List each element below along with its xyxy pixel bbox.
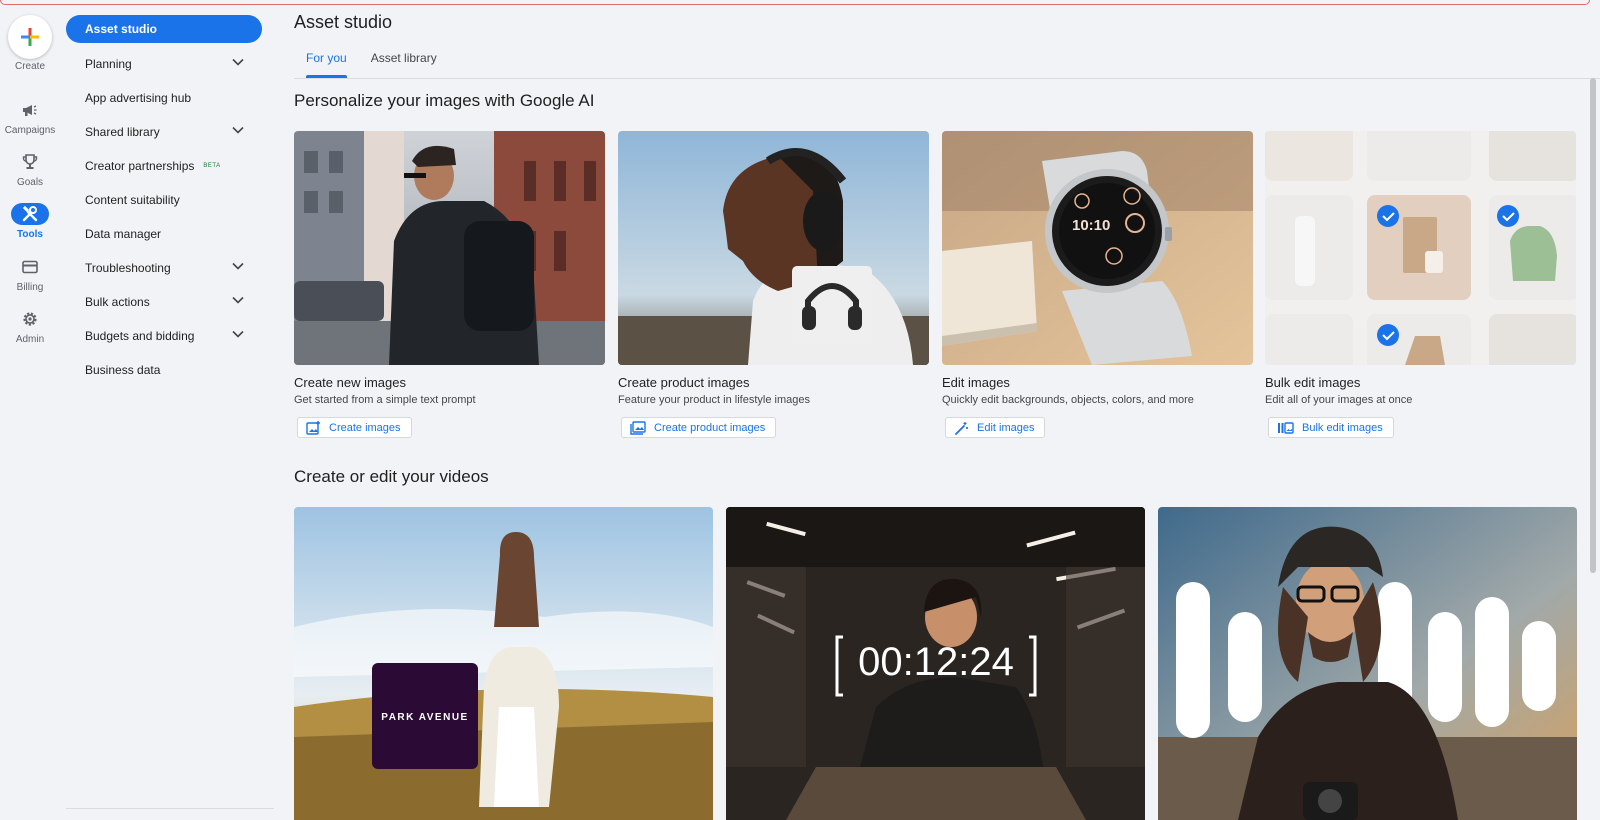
- card-title: Edit images: [942, 375, 1010, 390]
- add-image-icon: [306, 420, 321, 435]
- nav-item-data-manager[interactable]: Data manager: [66, 217, 262, 251]
- card-title: Create product images: [618, 375, 750, 390]
- create-images-button[interactable]: Create images: [297, 417, 412, 438]
- tab-bar: For you Asset library: [294, 48, 449, 78]
- rail-label-campaigns: Campaigns: [4, 125, 56, 136]
- nav-item-planning[interactable]: Planning: [66, 47, 262, 81]
- rail-item-billing[interactable]: Billing: [0, 256, 60, 304]
- nav-item-shared-library[interactable]: Shared library: [66, 115, 262, 149]
- nav-item-label: Asset studio: [85, 22, 158, 36]
- nav-item-label: Troubleshooting: [85, 261, 171, 275]
- park-avenue-logo-text: PARK AVENUE: [381, 712, 468, 723]
- timer-text: 00:12:24: [858, 640, 1014, 684]
- beta-badge: BETA: [203, 163, 221, 169]
- megaphone-icon: [18, 99, 42, 121]
- alert-border: [0, 0, 1590, 5]
- create-new-images-card: Create new images Get started from a sim…: [294, 131, 605, 440]
- bulk-images-icon: [1277, 421, 1294, 435]
- nav-item-label: Creator partnerships: [85, 159, 195, 173]
- card-title: Create new images: [294, 375, 406, 390]
- tab-asset-library[interactable]: Asset library: [359, 48, 449, 78]
- bulk-edit-images-button[interactable]: Bulk edit images: [1268, 417, 1394, 438]
- rail-label-tools: Tools: [17, 229, 43, 240]
- nav-item-label: Business data: [85, 363, 161, 377]
- credit-card-icon: [18, 256, 42, 278]
- edit-images-card: 10:10 Edit images Quickly edit backgroun…: [942, 131, 1253, 440]
- nav-item-bulk-actions[interactable]: Bulk actions: [66, 285, 262, 319]
- nav-item-label: Shared library: [85, 125, 160, 139]
- nav-item-label: Content suitability: [85, 193, 180, 207]
- create-button[interactable]: [8, 15, 52, 59]
- nav-item-business-data[interactable]: Business data: [66, 353, 262, 387]
- button-label: Edit images: [977, 421, 1035, 434]
- bulk-product-grid-image[interactable]: [1265, 131, 1576, 365]
- tab-for-you[interactable]: For you: [294, 48, 359, 78]
- plus-icon: [21, 28, 39, 46]
- trophy-icon: [18, 151, 42, 173]
- nav-item-label: Budgets and bidding: [85, 329, 195, 343]
- nav-divider: [66, 808, 274, 809]
- page-title: Asset studio: [294, 12, 393, 32]
- page-scrollbar[interactable]: [1590, 78, 1596, 573]
- card-description: Get started from a simple text prompt: [294, 394, 476, 406]
- button-label: Create images: [329, 421, 401, 434]
- gear-icon: [18, 308, 42, 330]
- create-product-images-card: Create product images Feature your produ…: [618, 131, 929, 440]
- street-portrait-image[interactable]: [294, 131, 605, 365]
- card-description: Feature your product in lifestyle images: [618, 394, 810, 406]
- create-product-images-button[interactable]: Create product images: [621, 417, 777, 438]
- card-description: Quickly edit backgrounds, objects, color…: [942, 394, 1194, 406]
- nav-item-label: Data manager: [85, 227, 162, 241]
- rail-item-goals[interactable]: Goals: [0, 151, 60, 199]
- navigation-rail: Create Campaigns Goals Tools Billing Adm…: [0, 0, 60, 820]
- workout-timer-video-card[interactable]: 00:12:24: [726, 507, 1145, 820]
- nav-item-label: Bulk actions: [85, 295, 150, 309]
- card-title: Bulk edit images: [1265, 375, 1361, 390]
- tools-nav: Asset studio Planning App advertising hu…: [66, 15, 262, 387]
- chevron-down-icon: [232, 262, 244, 270]
- chevron-down-icon: [232, 58, 244, 66]
- rail-label-goals: Goals: [16, 177, 44, 188]
- rail-label-admin: Admin: [15, 334, 45, 345]
- audio-waveform-video-card[interactable]: [1158, 507, 1577, 820]
- button-label: Create product images: [654, 421, 766, 434]
- videos-section-title: Create or edit your videos: [294, 467, 489, 486]
- bulk-edit-images-card: Bulk edit images Edit all of your images…: [1265, 131, 1576, 440]
- rail-item-admin[interactable]: Admin: [0, 308, 60, 356]
- nav-item-label: Planning: [85, 57, 132, 71]
- create-label: Create: [14, 61, 45, 72]
- watch-time-text: 10:10: [1072, 217, 1110, 234]
- rail-item-campaigns[interactable]: Campaigns: [0, 99, 60, 147]
- headphones-portrait-image[interactable]: [618, 131, 929, 365]
- edit-images-button[interactable]: Edit images: [945, 417, 1046, 438]
- chevron-down-icon: [232, 126, 244, 134]
- product-image-icon: [630, 420, 646, 435]
- chevron-down-icon: [232, 330, 244, 338]
- nav-item-troubleshooting[interactable]: Troubleshooting: [66, 251, 262, 285]
- magic-wand-icon: [954, 421, 969, 435]
- rail-label-billing: Billing: [16, 282, 44, 293]
- smartwatch-image[interactable]: 10:10: [942, 131, 1253, 365]
- nav-item-content-suitability[interactable]: Content suitability: [66, 183, 262, 217]
- field-fashion-video-card[interactable]: PARK AVENUE: [294, 507, 713, 820]
- chevron-down-icon: [232, 296, 244, 304]
- nav-item-creator-partnerships[interactable]: Creator partnerships BETA: [66, 149, 262, 183]
- button-label: Bulk edit images: [1302, 421, 1383, 434]
- nav-item-app-advertising-hub[interactable]: App advertising hub: [66, 81, 262, 115]
- images-section-title: Personalize your images with Google AI: [294, 91, 595, 110]
- nav-item-asset-studio[interactable]: Asset studio: [66, 15, 262, 43]
- card-description: Edit all of your images at once: [1265, 394, 1413, 406]
- nav-item-label: App advertising hub: [85, 91, 192, 105]
- tools-icon: [11, 203, 49, 225]
- rail-item-tools[interactable]: Tools: [0, 203, 60, 251]
- tabs-divider: [294, 78, 1600, 79]
- nav-item-budgets-and-bidding[interactable]: Budgets and bidding: [66, 319, 262, 353]
